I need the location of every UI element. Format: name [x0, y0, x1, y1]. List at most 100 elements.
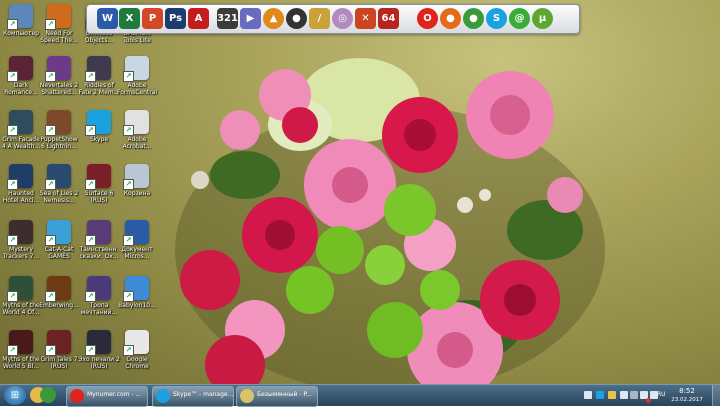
- desktop-icon[interactable]: ↗ Grim Facade 4 A Wealth...: [0, 110, 42, 150]
- desktop-icon[interactable]: ↗ Компьютер: [0, 4, 42, 37]
- tools-icon[interactable]: ✕: [355, 8, 376, 29]
- desktop-icon[interactable]: ↗ Sea of Lies 2 Nemesis...: [38, 164, 80, 204]
- game-icon: ↗: [45, 56, 71, 82]
- desktop-icon-label: Google Chrome: [125, 356, 149, 370]
- skype-tray-icon[interactable]: [596, 391, 604, 399]
- desktop-icon-label: Grim Tales 7 (RUS): [40, 356, 78, 370]
- desktop-icon[interactable]: ↗ Adobe FormsCentral: [116, 56, 158, 96]
- firefox-icon[interactable]: ●: [440, 8, 461, 29]
- desktop-icon-label: Таинственн. сказки. Ох...: [79, 246, 119, 260]
- desktop-icon-label: Skype: [89, 136, 109, 143]
- antivirus-tray-icon[interactable]: [646, 398, 651, 403]
- desktop-icon[interactable]: ↗ Myths of the World 4 Of...: [0, 276, 42, 316]
- shortcut-arrow-icon: ↗: [123, 345, 134, 356]
- opera-icon[interactable]: O: [417, 8, 438, 29]
- desktop-icon[interactable]: ↗ Mystery Trackers 7...: [0, 220, 42, 260]
- desktop-icon[interactable]: ↗ PuppetShow 6 Lightnin...: [38, 110, 80, 150]
- desktop-icon[interactable]: ↗ Эхо печали 2 (RUS): [78, 330, 120, 370]
- desktop-icon[interactable]: ↗ Тропа мечтаний...: [78, 276, 120, 316]
- game-icon: ↗: [7, 110, 33, 136]
- shortcut-arrow-icon: ↗: [123, 71, 134, 82]
- desktop-icon-label: Mystery Trackers 7...: [2, 246, 40, 260]
- desktop-icon-label: Корзина: [123, 190, 151, 197]
- skype-icon[interactable]: S: [486, 8, 507, 29]
- desktop-icon[interactable]: ↗ Документ Micros...: [116, 220, 158, 260]
- shortcut-arrow-icon: ↗: [45, 19, 56, 30]
- desktop-icon[interactable]: ↗ Таинственн. сказки. Ох...: [78, 220, 120, 260]
- computer-icon: ↗: [7, 4, 33, 30]
- desktop-icon[interactable]: ↗ Myths of the World 5 Bl...: [0, 330, 42, 370]
- chrome-icon[interactable]: ●: [463, 8, 484, 29]
- desktop-icon-label: Emberwing...: [39, 302, 79, 309]
- powerpoint-icon[interactable]: P: [142, 8, 163, 29]
- shortcut-arrow-icon: ↗: [45, 345, 56, 356]
- game-icon: ↗: [45, 110, 71, 136]
- desktop-icon[interactable]: ↗ Dark Romance...: [0, 56, 42, 96]
- shortcut-arrow-icon: ↗: [85, 125, 96, 136]
- acrobat-icon[interactable]: A: [188, 8, 209, 29]
- game-icon: ↗: [7, 164, 33, 190]
- desktop-icon-label: Need For Speed The...: [40, 30, 78, 44]
- desktop-icon[interactable]: ↗ Adobe Acrobat...: [116, 110, 158, 150]
- sixty-four-icon[interactable]: 64: [378, 8, 399, 29]
- desktop-icon[interactable]: ↗ Google Chrome: [116, 330, 158, 370]
- folder-tray-icon[interactable]: [608, 391, 616, 399]
- opera-task-button[interactable]: Mynumer.com - ...: [66, 386, 148, 407]
- desktop-icon[interactable]: ↗ Emberwing...: [38, 276, 80, 309]
- desktop-icon[interactable]: ↗ Skype: [78, 110, 120, 143]
- cd-burner-icon[interactable]: ◎: [332, 8, 353, 29]
- clock-time: 8:52: [679, 387, 695, 395]
- game-icon: ↗: [85, 220, 111, 246]
- game-icon: ↗: [45, 164, 71, 190]
- desktop-icon[interactable]: ↗ Babylon10...: [116, 276, 158, 309]
- taskbar: ⊞ Mynumer.com - ... Skype™ - manage... Без…: [0, 384, 720, 407]
- clock-date: 23.02.2017: [671, 397, 703, 403]
- photoshop-icon[interactable]: Ps: [165, 8, 186, 29]
- webcam-tray-icon[interactable]: [630, 391, 638, 399]
- desktop-icon-label: Myths of the World 4 Of...: [2, 302, 40, 316]
- desktop-icon[interactable]: ↗ Surface 6 (RUS): [78, 164, 120, 204]
- desktop-icon[interactable]: ↗ Haunted Hotel Anci...: [0, 164, 42, 204]
- shortcut-arrow-icon: ↗: [7, 179, 18, 190]
- keyboard-tray-icon[interactable]: [584, 391, 592, 399]
- game-icon: ↗: [45, 330, 71, 356]
- network-tray-icon[interactable]: [620, 391, 628, 399]
- language-indicator[interactable]: RU: [657, 391, 666, 398]
- task-button-title: Skype™ - manage...: [173, 391, 234, 398]
- excel-icon[interactable]: X: [119, 8, 140, 29]
- desktop-icon[interactable]: ↗ Cat-A-Cat GAMES: [38, 220, 80, 260]
- show-desktop-button[interactable]: [712, 385, 720, 406]
- desktop-icon[interactable]: ↗ Need For Speed The...: [38, 4, 80, 44]
- shortcut-arrow-icon: ↗: [7, 71, 18, 82]
- skype-task-button[interactable]: Skype™ - manage...: [152, 386, 234, 407]
- utorrent-icon[interactable]: µ: [532, 8, 553, 29]
- desktop-icon[interactable]: ↗ Riddles of Fate 2 Mem...: [78, 56, 120, 96]
- paint-task-button[interactable]: Безымянный - P...: [236, 386, 318, 407]
- virtualdub-icon[interactable]: ▶: [240, 8, 261, 29]
- desktop-icon-label: Эхо печали 2 (RUS): [78, 356, 120, 370]
- adobe-forms-icon: ↗: [123, 56, 149, 82]
- shortcut-arrow-icon: ↗: [85, 71, 96, 82]
- start-button[interactable]: ⊞: [4, 386, 26, 405]
- system-clock[interactable]: 8:52 23.02.2017: [669, 387, 705, 404]
- game-icon: ↗: [45, 276, 71, 302]
- icq-icon[interactable]: @: [509, 8, 530, 29]
- chrome-pin-icon[interactable]: [40, 387, 56, 403]
- shortcut-arrow-icon: ↗: [123, 125, 134, 136]
- babylon-icon: ↗: [123, 276, 149, 302]
- pen-icon[interactable]: /: [309, 8, 330, 29]
- webcam-icon[interactable]: ●: [286, 8, 307, 29]
- desktop-icon-label: Dark Romance...: [4, 82, 38, 96]
- media-player-classic-icon[interactable]: 321: [217, 8, 238, 29]
- desktop-icon[interactable]: ↗ Nevertales 2 Shattered...: [38, 56, 80, 96]
- shortcut-arrow-icon: ↗: [45, 179, 56, 190]
- game-icon: ↗: [7, 330, 33, 356]
- shortcut-arrow-icon: ↗: [45, 71, 56, 82]
- word-icon[interactable]: W: [97, 8, 118, 29]
- shortcut-arrow-icon: ↗: [85, 235, 96, 246]
- desktop-icon[interactable]: ↗ Grim Tales 7 (RUS): [38, 330, 80, 370]
- shortcut-arrow-icon: ↗: [45, 125, 56, 136]
- aimp-icon[interactable]: ▲: [263, 8, 284, 29]
- desktop-icon[interactable]: ↗ Корзина: [116, 164, 158, 197]
- shortcut-arrow-icon: ↗: [7, 19, 18, 30]
